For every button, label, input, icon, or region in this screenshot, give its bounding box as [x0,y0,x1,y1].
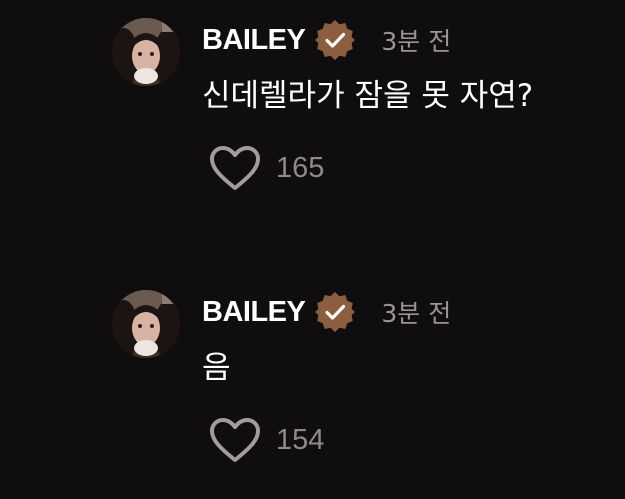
timestamp: 3분 전 [381,299,452,328]
username[interactable]: BAILEY [202,296,306,329]
heart-outline-icon[interactable] [208,144,262,192]
username[interactable]: BAILEY [202,24,306,57]
heart-outline-icon[interactable] [208,416,262,464]
verified-badge-icon [313,290,357,334]
comment-text: 음 [202,350,231,386]
avatar-image [112,18,180,86]
like-control: 165 [208,143,324,193]
avatar[interactable] [112,290,180,358]
comment-header: BAILEY 3분 전 [202,290,452,334]
avatar[interactable] [112,18,180,86]
comment-header: BAILEY 3분 전 [202,18,452,62]
like-count: 154 [276,423,325,456]
avatar-image [112,290,180,358]
like-control: 154 [208,415,324,465]
comment-text: 신데렐라가 잠을 못 자연? [202,78,534,114]
verified-badge-icon [313,18,357,62]
like-count: 165 [276,151,325,184]
timestamp: 3분 전 [381,27,452,56]
